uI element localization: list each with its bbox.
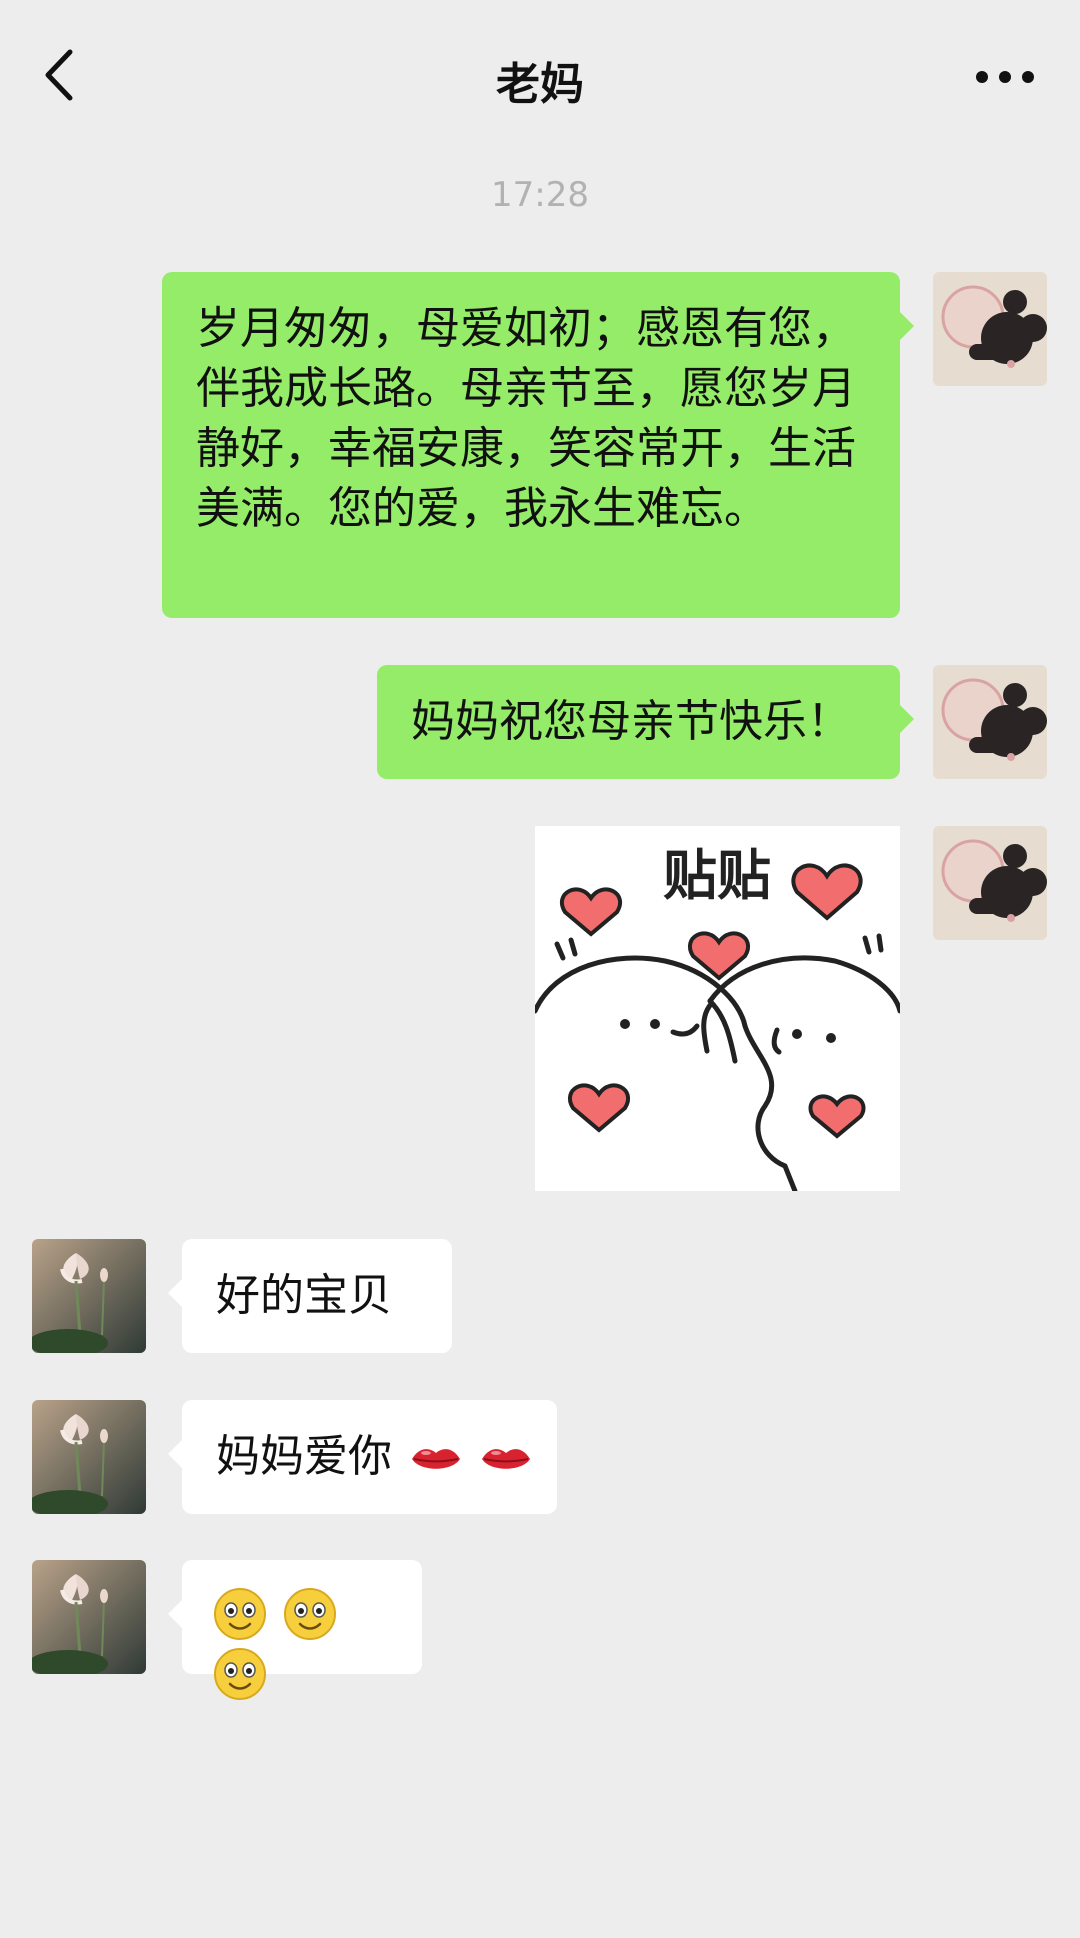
bubble-tail xyxy=(168,1440,182,1468)
sent-message-bubble[interactable]: 岁月匆匆，母爱如初；感恩有您，伴我成长路。母亲节至，愿您岁月静好，幸福安康，笑容… xyxy=(162,272,914,618)
my-avatar[interactable] xyxy=(933,665,1047,779)
hugging-sticker-icon: 贴贴 xyxy=(532,826,903,1194)
bear-avatar-icon xyxy=(933,665,1047,779)
more-dots-icon xyxy=(976,71,1034,83)
bubble-tail xyxy=(168,1600,182,1628)
bubble-tail xyxy=(168,1279,182,1307)
message-text: 妈妈祝您母亲节快乐！ xyxy=(411,696,851,747)
chat-title: 老妈 xyxy=(496,59,584,110)
lotus-avatar-icon xyxy=(32,1560,146,1674)
smiley-emoji xyxy=(284,1588,336,1640)
lotus-avatar-icon xyxy=(32,1400,146,1514)
message-text: 好的宝贝 xyxy=(216,1270,392,1321)
lips-emoji xyxy=(482,1449,530,1469)
contact-avatar[interactable] xyxy=(32,1239,146,1353)
bubble-tail xyxy=(900,312,914,340)
sticker-text: 贴贴 xyxy=(663,844,771,907)
message-text: 岁月匆匆，母爱如初；感恩有您，伴我成长路。母亲节至，愿您岁月静好，幸福安康，笑容… xyxy=(196,303,856,534)
received-message-bubble[interactable] xyxy=(168,1560,422,1700)
bear-avatar-icon xyxy=(933,826,1047,940)
bubble-tail xyxy=(900,705,914,733)
sent-message-bubble[interactable]: 妈妈祝您母亲节快乐！ xyxy=(377,665,914,779)
smiley-emoji xyxy=(214,1588,266,1640)
received-message-bubble[interactable]: 好的宝贝 xyxy=(168,1239,452,1353)
contact-avatar[interactable] xyxy=(32,1560,146,1674)
lotus-avatar-icon xyxy=(32,1239,146,1353)
my-avatar[interactable] xyxy=(933,826,1047,940)
more-button[interactable] xyxy=(970,52,1040,102)
contact-avatar[interactable] xyxy=(32,1400,146,1514)
message-timestamp: 17:28 xyxy=(491,175,589,215)
received-message-bubble[interactable]: 妈妈爱你 xyxy=(168,1400,557,1514)
message-text: 妈妈爱你 xyxy=(216,1431,392,1482)
lips-emoji xyxy=(412,1449,460,1469)
bear-avatar-icon xyxy=(933,272,1047,386)
my-avatar[interactable] xyxy=(933,272,1047,386)
smiley-emoji xyxy=(214,1648,266,1700)
top-bar: 老妈 xyxy=(0,0,1080,150)
sticker-message[interactable]: 贴贴 xyxy=(532,826,903,1194)
